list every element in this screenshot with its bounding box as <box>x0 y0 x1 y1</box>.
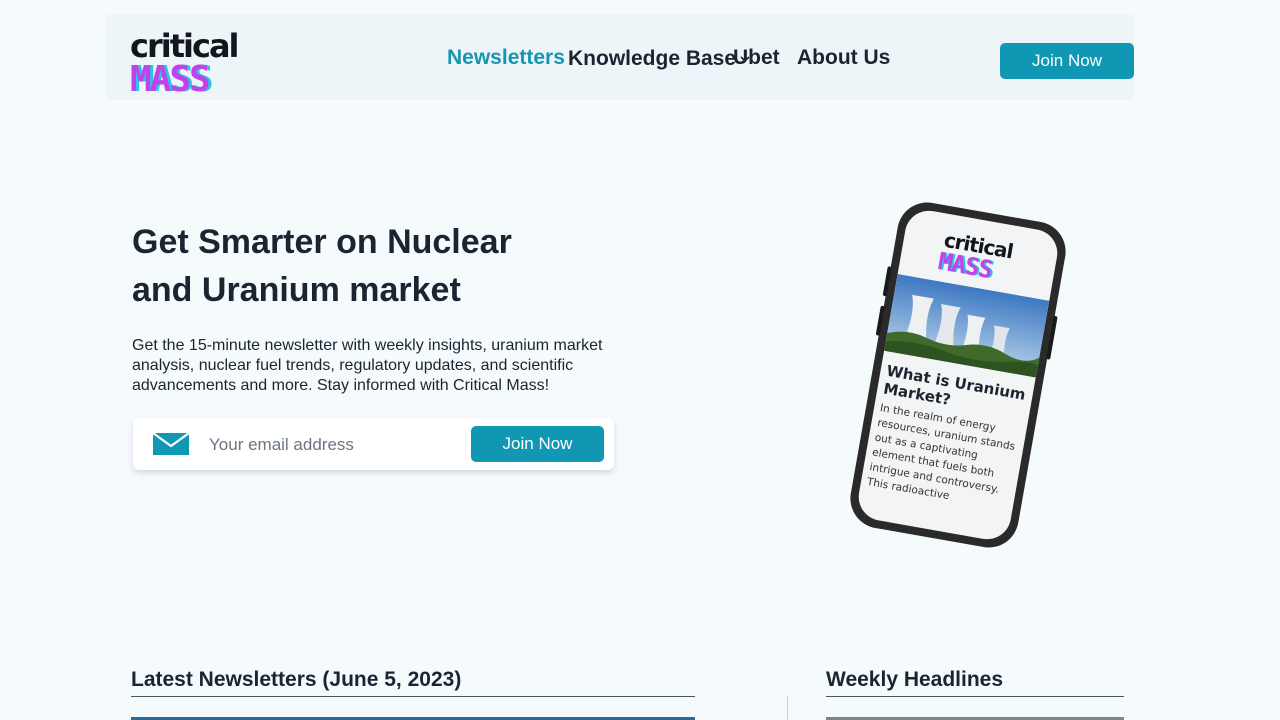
nav-about-us-label: About Us <box>797 46 891 69</box>
phone-side-button <box>1046 315 1058 360</box>
nav-knowledge-base[interactable]: Knowledge Base <box>568 44 750 73</box>
phone-mockup: critical MASS What is Uranium Market? In… <box>845 197 1071 553</box>
hero-title-line-2: and Uranium market <box>132 271 461 309</box>
nav-newsletters-label: Newsletters <box>447 46 565 69</box>
newsletter-signup-form: Join Now <box>133 418 614 470</box>
column-divider <box>787 696 788 720</box>
logo-wordmark-bottom: MASS <box>130 59 211 100</box>
nav-ubet-label: Ubet <box>733 46 780 69</box>
latest-newsletters-heading: Latest Newsletters (June 5, 2023) <box>131 668 462 691</box>
weekly-headlines-heading: Weekly Headlines <box>826 668 1004 691</box>
latest-newsletters-rule <box>131 696 695 697</box>
header-join-now-button[interactable]: Join Now <box>1000 43 1134 79</box>
hero-title: Get Smarter on Nuclear and Uranium marke… <box>132 218 612 314</box>
phone-frame: critical MASS What is Uranium Market? In… <box>845 197 1071 553</box>
hero-title-line-1: Get Smarter on Nuclear <box>132 223 512 261</box>
phone-side-button <box>875 305 885 336</box>
site-logo[interactable]: critical MASS <box>130 28 290 100</box>
envelope-icon <box>152 432 190 456</box>
phone-screen: critical MASS What is Uranium Market? In… <box>854 207 1062 543</box>
nav-newsletters[interactable]: Newsletters <box>447 44 565 72</box>
phone-article-body: In the realm of energy resources, uraniu… <box>866 402 1016 503</box>
phone-side-button <box>882 266 892 297</box>
nav-ubet[interactable]: Ubet <box>733 44 780 72</box>
signup-join-now-button[interactable]: Join Now <box>471 426 604 462</box>
email-input[interactable] <box>207 430 461 460</box>
nav-knowledge-base-label: Knowledge Base <box>568 47 737 70</box>
hero-description: Get the 15-minute newsletter with weekly… <box>132 337 603 394</box>
nav-about-us[interactable]: About Us <box>797 44 890 72</box>
cooling-towers-image <box>884 273 1050 378</box>
weekly-headlines-rule <box>826 696 1124 697</box>
